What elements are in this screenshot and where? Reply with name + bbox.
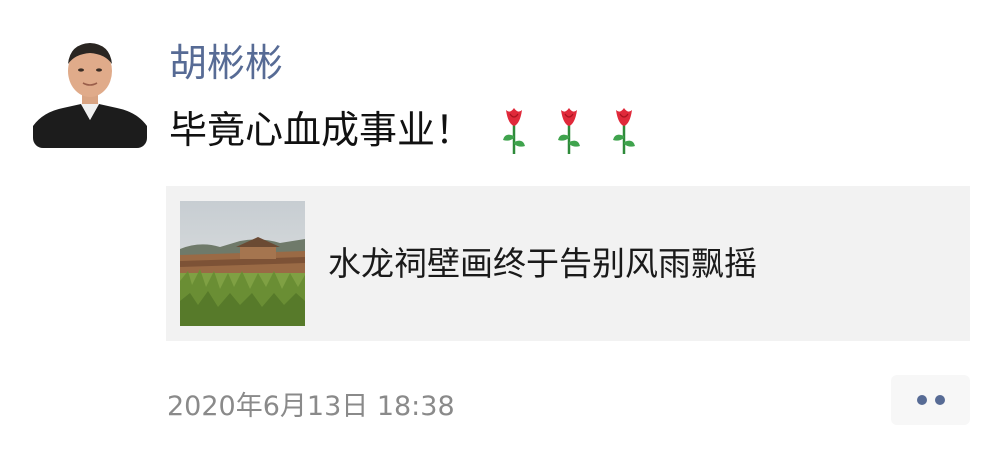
author-name[interactable]: 胡彬彬	[169, 40, 283, 86]
rose-emoji	[552, 104, 586, 156]
more-options-button[interactable]	[891, 375, 970, 425]
article-title[interactable]: 水龙祠壁画终于告别风雨飘摇	[328, 236, 757, 292]
more-dots-icon	[916, 395, 927, 405]
shared-article-card[interactable]: 水龙祠壁画终于告别风雨飘摇	[166, 186, 970, 341]
emoji-group	[497, 104, 662, 156]
rose-emoji	[607, 104, 641, 156]
post-timestamp: 2020年6月13日 18:38	[167, 391, 455, 422]
avatar-photo	[33, 34, 147, 148]
post-text: 毕竟心血成事业！	[169, 108, 474, 152]
author-avatar[interactable]	[33, 34, 147, 148]
post-content: 毕竟心血成事业！	[169, 104, 662, 156]
more-dots-icon	[934, 395, 945, 405]
article-thumbnail	[180, 201, 305, 326]
rose-emoji	[497, 104, 531, 156]
